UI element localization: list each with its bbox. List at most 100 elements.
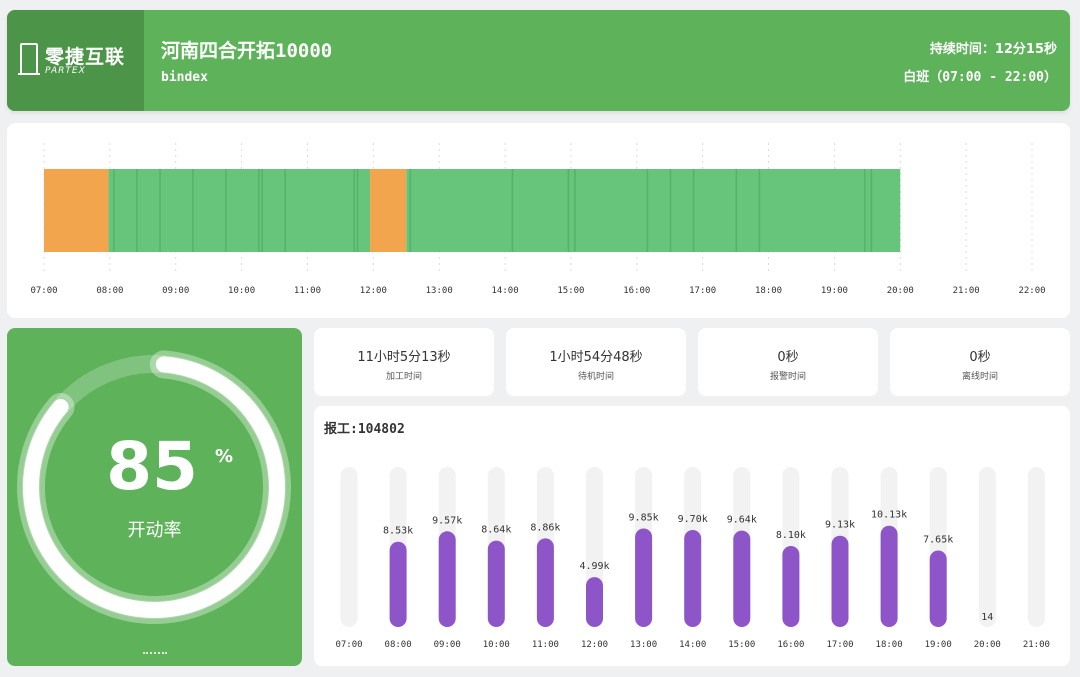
- bar-value-label: 7.65k: [923, 535, 953, 546]
- bar-category-label: 13:00: [630, 640, 657, 650]
- stat-label: 报警时间: [769, 372, 806, 382]
- timeline-tick-label: 08:00: [96, 286, 123, 296]
- bar-category-label: 20:00: [974, 640, 1001, 650]
- timeline-state-mark: [870, 169, 873, 252]
- status-timeline: 07:00 08:00 09:00 10:00 11:00 12:00 13:00 14:00…: [7, 123, 1070, 318]
- bar-value-label: 9.57k: [432, 515, 462, 526]
- bar: [684, 530, 702, 627]
- timeline-tick-label: 21:00: [953, 286, 980, 296]
- bar: [635, 528, 653, 627]
- output-bar-chart: 07:00 8.53k 08:00 9.57k 09:00 8.64k 10:00 8.86k…: [335, 467, 1050, 650]
- timeline-state-mark: [735, 169, 738, 252]
- timeline-state-mark: [136, 169, 138, 252]
- pager-dots[interactable]: [143, 652, 167, 654]
- timeline-tick-label: 10:00: [228, 286, 255, 296]
- bar: [880, 525, 898, 627]
- bar: [733, 530, 751, 627]
- utilization-gauge: 85 % 开动率: [7, 328, 302, 666]
- timeline-tick-label: 07:00: [30, 286, 57, 296]
- logo: 零捷互联 PARTEX: [7, 10, 144, 111]
- timeline-state-mark: [258, 169, 260, 252]
- timeline-state-mark: [159, 169, 161, 252]
- timeline-tick-label: 14:00: [492, 286, 519, 296]
- stat-card-standby: 1小时54分48秒 待机时间: [506, 328, 686, 396]
- bar: [831, 535, 849, 627]
- timeline-state-mark: [758, 169, 761, 252]
- timeline-tick-label: 16:00: [623, 286, 650, 296]
- timeline-tick-label: 19:00: [821, 286, 848, 296]
- stat-value: 1小时54分48秒: [549, 350, 643, 365]
- stat-value: 0秒: [777, 350, 799, 365]
- timeline-segment-idle: [44, 169, 109, 252]
- stat-card-alarm: 0秒 报警时间: [698, 328, 878, 396]
- bar: [536, 538, 554, 627]
- bar-value-label: 10.13k: [871, 510, 907, 521]
- bar-category-label: 17:00: [826, 640, 853, 650]
- timeline-tick-label: 17:00: [689, 286, 716, 296]
- bar-category-label: 07:00: [335, 640, 362, 650]
- bar-value-label: 8.10k: [776, 530, 806, 541]
- timeline-tick-label: 20:00: [887, 286, 914, 296]
- timeline-state-mark: [284, 169, 286, 252]
- shift-text: 白班（07:00 - 22:00）: [903, 70, 1057, 85]
- bar-category-label: 19:00: [925, 640, 952, 650]
- timeline-state-mark: [356, 169, 359, 252]
- bar: [389, 541, 407, 627]
- logo-icon: [18, 43, 40, 75]
- timeline-state-mark: [113, 169, 115, 252]
- duration-text: 持续时间：12分15秒: [929, 42, 1057, 57]
- logo-text: 零捷互联: [45, 46, 126, 68]
- timeline-state-mark: [692, 169, 695, 252]
- gauge-unit: %: [215, 446, 234, 467]
- bar-value-label: 9.70k: [678, 514, 708, 525]
- bar-category-label: 21:00: [1023, 640, 1050, 650]
- timeline-state-mark: [669, 169, 672, 252]
- timeline-state-mark: [225, 169, 227, 252]
- bar-value-label: 8.86k: [530, 522, 560, 533]
- bar-value-label: 8.53k: [383, 526, 413, 537]
- timeline-tick-label: 12:00: [360, 286, 387, 296]
- bar: [586, 577, 603, 627]
- timeline-state-mark: [192, 169, 194, 252]
- timeline-tick-label: 15:00: [557, 286, 584, 296]
- timeline-tick-label: 11:00: [294, 286, 321, 296]
- machine-title: 河南四合开拓10000: [161, 40, 333, 62]
- timeline-state-mark: [261, 169, 263, 252]
- bar-category-label: 11:00: [532, 640, 559, 650]
- bar: [782, 546, 800, 627]
- stat-label: 离线时间: [961, 372, 998, 382]
- bar-category-label: 12:00: [581, 640, 608, 650]
- timeline-state-mark: [574, 169, 576, 252]
- output-chart-panel: 报工:104802 07:00 8.53k 08:00 9.57k 09:00 8.64k…: [314, 406, 1070, 666]
- bar-value-label: 9.13k: [825, 520, 855, 531]
- timeline-tick-label: 18:00: [755, 286, 782, 296]
- bar-category-label: 14:00: [679, 640, 706, 650]
- bar: [438, 531, 456, 627]
- bar: [487, 540, 505, 627]
- stat-label: 待机时间: [577, 372, 614, 382]
- timeline-state-mark: [646, 169, 649, 252]
- stat-value: 0秒: [969, 350, 991, 365]
- timeline-tick-label: 09:00: [162, 286, 189, 296]
- bar-value-label: 14: [981, 612, 993, 623]
- bar-value-label: 8.64k: [481, 525, 511, 536]
- timeline-state-mark: [864, 169, 866, 252]
- bar-track: [340, 467, 358, 627]
- timeline-segment-running: [406, 169, 901, 252]
- bar-category-label: 16:00: [777, 640, 804, 650]
- stat-label: 加工时间: [385, 372, 422, 382]
- bar-category-label: 09:00: [434, 640, 461, 650]
- stat-value: 11小时5分13秒: [357, 350, 451, 365]
- bar-track: [1027, 467, 1045, 627]
- timeline-state-mark: [567, 169, 570, 252]
- timeline-tick-label: 13:00: [426, 286, 453, 296]
- timeline-segment-running: [108, 169, 371, 252]
- bar-track: [978, 467, 996, 627]
- bar-value-label: 9.64k: [727, 515, 757, 526]
- timeline-tick-label: 22:00: [1018, 286, 1045, 296]
- bar-category-label: 18:00: [876, 640, 903, 650]
- timeline-state-mark: [409, 169, 412, 252]
- timeline-segment-idle: [370, 169, 407, 252]
- machine-subtitle: bindex: [161, 70, 208, 85]
- timeline-chart: 07:00 08:00 09:00 10:00 11:00 12:00 13:00 14:00…: [30, 143, 1046, 296]
